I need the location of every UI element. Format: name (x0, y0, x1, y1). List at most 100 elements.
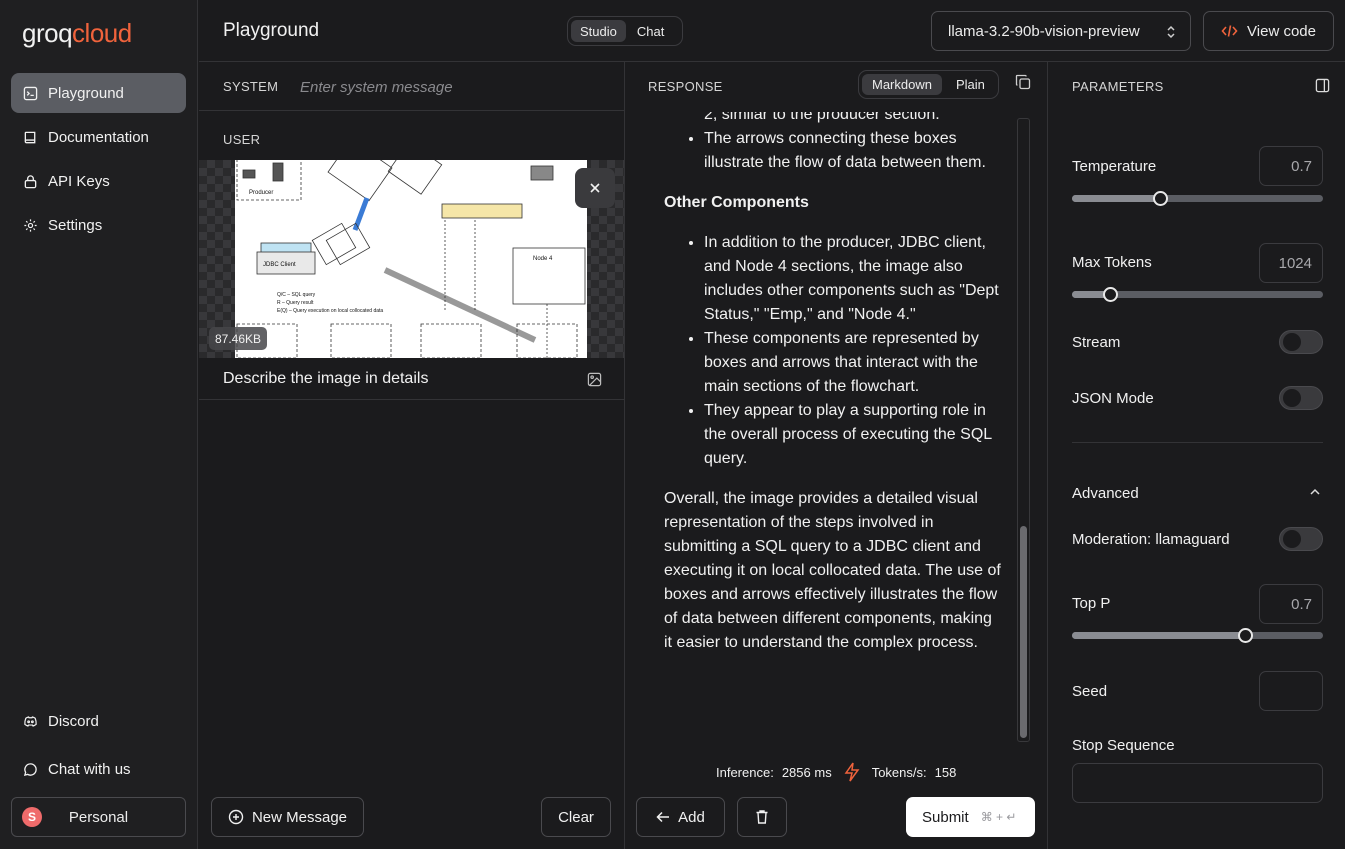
json-mode-toggle[interactable] (1279, 386, 1323, 410)
tab-plain[interactable]: Plain (946, 74, 995, 95)
inference-value: 2856 ms (781, 764, 832, 780)
svg-text:Producer: Producer (249, 190, 273, 196)
submit-label: Submit (922, 808, 969, 826)
toggle-knob (1283, 333, 1301, 351)
seed-label: Seed (1072, 683, 1108, 700)
sidebar-item-playground[interactable]: Playground (11, 73, 186, 113)
plus-circle-icon (228, 809, 244, 825)
list-item: 2, similar to the producer section. (704, 112, 940, 123)
moderation-label: Moderation: llamaguard (1072, 531, 1230, 548)
tab-chat[interactable]: Chat (628, 20, 673, 42)
max-tokens-label: Max Tokens (1072, 254, 1152, 271)
stream-toggle[interactable] (1279, 330, 1323, 354)
parameters-label: PARAMETERS (1072, 79, 1164, 94)
svg-text:JDBC Client: JDBC Client (263, 262, 296, 268)
top-p-slider[interactable] (1072, 628, 1323, 643)
section-heading: Other Components (664, 194, 809, 211)
book-icon (24, 131, 36, 143)
sidebar: groq cloud Playground Documentation API K… (0, 0, 198, 849)
stop-sequence-input[interactable] (1072, 763, 1323, 803)
view-code-button[interactable]: View code (1203, 11, 1334, 51)
copy-icon[interactable] (1015, 74, 1031, 90)
sidebar-item-chat-with-us[interactable]: Chat with us (11, 749, 186, 789)
model-select[interactable]: llama-3.2-90b-vision-preview (931, 11, 1191, 51)
account-switcher[interactable]: S Personal (11, 797, 186, 837)
response-header: RESPONSE Markdown Plain (625, 62, 1047, 110)
logo-text-cloud: cloud (72, 18, 132, 48)
sidebar-item-label: Settings (48, 216, 103, 234)
tab-markdown[interactable]: Markdown (862, 74, 942, 95)
temperature-slider[interactable] (1072, 191, 1323, 206)
delete-button[interactable] (737, 797, 787, 837)
slider-handle[interactable] (1102, 287, 1118, 302)
clear-label: Clear (558, 808, 594, 826)
seed-input[interactable] (1259, 671, 1323, 711)
temperature-input[interactable]: 0.7 (1259, 146, 1323, 186)
submit-shortcut: ⌘ + ↵ (980, 810, 1017, 824)
sidebar-item-documentation[interactable]: Documentation (11, 117, 186, 157)
chevron-up-down-icon (1167, 25, 1175, 39)
mode-toggle: Studio Chat (567, 16, 683, 46)
system-message-row: SYSTEM (199, 62, 624, 111)
max-tokens-input[interactable]: 1024 (1259, 243, 1323, 283)
discord-icon (24, 715, 37, 727)
code-icon (1221, 25, 1238, 37)
top-p-input[interactable]: 0.7 (1259, 584, 1323, 624)
system-label: SYSTEM (223, 79, 279, 94)
slider-handle[interactable] (1152, 191, 1168, 206)
avatar: S (22, 807, 42, 827)
chevron-up-icon[interactable] (1309, 488, 1321, 496)
scrollbar-thumb[interactable] (1020, 526, 1027, 738)
user-message-row[interactable]: Describe the image in details (199, 358, 624, 400)
clear-button[interactable]: Clear (541, 797, 611, 837)
inference-label: Inference: (716, 764, 774, 780)
slider-handle[interactable] (1238, 628, 1254, 643)
svg-text:Node 4: Node 4 (533, 256, 553, 262)
response-label: RESPONSE (648, 79, 723, 94)
logo-text-groq: groq (22, 18, 73, 48)
svg-text:E(Q) – Query execution on loca: E(Q) – Query execution on local collocat… (277, 308, 383, 314)
sidebar-item-api-keys[interactable]: API Keys (11, 161, 186, 201)
playground-icon (23, 86, 38, 100)
max-tokens-slider[interactable] (1072, 287, 1323, 302)
inference-metrics: Inference: 2856 ms Tokens/s: 158 (716, 762, 956, 782)
moderation-toggle[interactable] (1279, 527, 1323, 551)
list-item: They appear to play a supporting role in… (704, 399, 1004, 471)
arrow-left-icon (656, 811, 670, 823)
response-content: 2, similar to the producer section. The … (664, 112, 1004, 655)
remove-image-button[interactable] (575, 168, 615, 208)
new-message-button[interactable]: New Message (211, 797, 364, 837)
groqcloud-logo[interactable]: groq cloud (22, 18, 132, 48)
json-mode-label: JSON Mode (1072, 390, 1154, 407)
bullet-list: 2, similar to the producer section. (664, 112, 1004, 127)
divider (1072, 442, 1323, 443)
new-message-label: New Message (251, 808, 348, 826)
sidebar-toggle-icon[interactable] (1315, 78, 1330, 93)
add-button[interactable]: Add (636, 797, 725, 837)
stream-label: Stream (1072, 334, 1121, 351)
lock-icon (24, 174, 37, 188)
app-window: groq cloud Playground Documentation API K… (0, 0, 1345, 849)
sidebar-item-settings[interactable]: Settings (11, 205, 186, 245)
list-item: These components are represented by boxe… (704, 327, 1004, 399)
sidebar-item-discord[interactable]: Discord (11, 701, 186, 741)
submit-button[interactable]: Submit ⌘ + ↵ (906, 797, 1035, 837)
bullet-list: The arrows connecting these boxes illust… (664, 127, 1004, 175)
sidebar-item-label: Playground (48, 84, 124, 102)
gear-icon (24, 218, 37, 232)
lightning-icon (844, 762, 860, 782)
slider-fill (1072, 632, 1246, 639)
advanced-label[interactable]: Advanced (1072, 485, 1139, 502)
view-code-label: View code (1247, 22, 1316, 40)
image-icon[interactable] (587, 372, 602, 387)
svg-text:R – Query result: R – Query result (277, 300, 314, 306)
tab-studio[interactable]: Studio (571, 20, 626, 42)
system-message-input[interactable] (300, 76, 600, 98)
list-item: In addition to the producer, JDBC client… (704, 231, 1004, 327)
svg-text:Q/C – SQL query: Q/C – SQL query (277, 292, 316, 298)
list-item: The arrows connecting these boxes illust… (704, 127, 1004, 175)
stop-sequence-label: Stop Sequence (1072, 737, 1175, 754)
toggle-knob (1283, 389, 1301, 407)
image-size-badge: 87.46KB (209, 327, 268, 350)
image-preview: Producer JDBC Client Node 4 Q/C – SQL qu… (235, 160, 587, 358)
